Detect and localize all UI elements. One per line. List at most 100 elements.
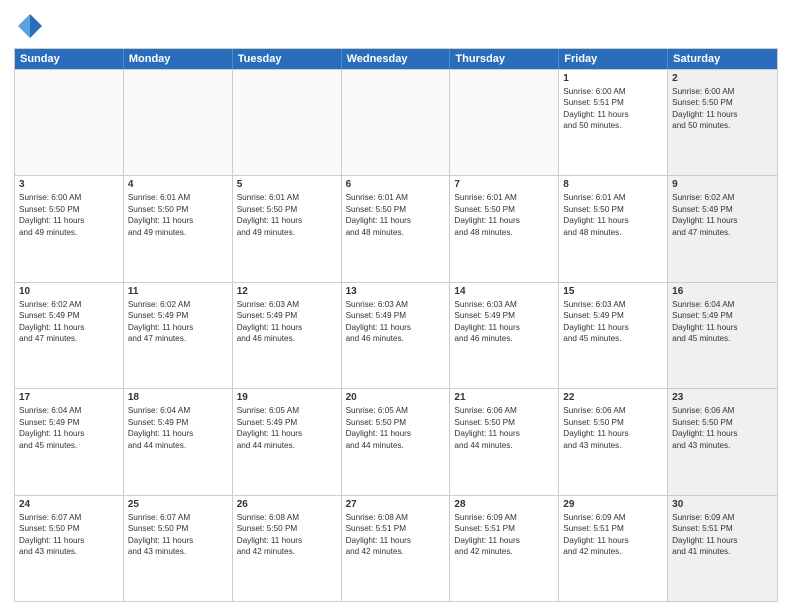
day-number: 17 bbox=[19, 392, 119, 403]
day-info: Sunrise: 6:03 AM Sunset: 5:49 PM Dayligh… bbox=[454, 299, 554, 345]
cal-cell-1-6: 1 Sunrise: 6:00 AM Sunset: 5:51 PM Daylig… bbox=[559, 70, 668, 175]
cal-cell-5-5: 28Sunrise: 6:09 AM Sunset: 5:51 PM Dayli… bbox=[450, 496, 559, 601]
cal-cell-5-3: 26Sunrise: 6:08 AM Sunset: 5:50 PM Dayli… bbox=[233, 496, 342, 601]
day-info: Sunrise: 6:02 AM Sunset: 5:49 PM Dayligh… bbox=[19, 299, 119, 345]
day-number: 13 bbox=[346, 286, 446, 297]
cal-cell-2-6: 8 Sunrise: 6:01 AM Sunset: 5:50 PM Daylig… bbox=[559, 176, 668, 281]
cal-cell-3-1: 10 Sunrise: 6:02 AM Sunset: 5:49 PM Dayli… bbox=[15, 283, 124, 388]
day-number: 14 bbox=[454, 286, 554, 297]
cal-cell-3-7: 16 Sunrise: 6:04 AM Sunset: 5:49 PM Dayli… bbox=[668, 283, 777, 388]
day-info: Sunrise: 6:07 AM Sunset: 5:50 PM Dayligh… bbox=[19, 512, 119, 558]
cal-cell-1-7: 2Sunrise: 6:00 AM Sunset: 5:50 PM Daylig… bbox=[668, 70, 777, 175]
cal-cell-2-4: 6 Sunrise: 6:01 AM Sunset: 5:50 PM Daylig… bbox=[342, 176, 451, 281]
week-row-1: 1 Sunrise: 6:00 AM Sunset: 5:51 PM Daylig… bbox=[15, 69, 777, 175]
day-info: Sunrise: 6:02 AM Sunset: 5:49 PM Dayligh… bbox=[672, 192, 773, 238]
day-number: 1 bbox=[563, 73, 663, 84]
cal-cell-4-6: 22Sunrise: 6:06 AM Sunset: 5:50 PM Dayli… bbox=[559, 389, 668, 494]
day-info: Sunrise: 6:07 AM Sunset: 5:50 PM Dayligh… bbox=[128, 512, 228, 558]
day-info: Sunrise: 6:08 AM Sunset: 5:51 PM Dayligh… bbox=[346, 512, 446, 558]
day-info: Sunrise: 6:06 AM Sunset: 5:50 PM Dayligh… bbox=[454, 405, 554, 451]
cal-cell-5-1: 24 Sunrise: 6:07 AM Sunset: 5:50 PM Dayli… bbox=[15, 496, 124, 601]
cal-cell-1-5 bbox=[450, 70, 559, 175]
day-number: 7 bbox=[454, 179, 554, 190]
day-number: 30 bbox=[672, 499, 773, 510]
day-number: 5 bbox=[237, 179, 337, 190]
day-number: 16 bbox=[672, 286, 773, 297]
cal-cell-3-5: 14 Sunrise: 6:03 AM Sunset: 5:49 PM Dayli… bbox=[450, 283, 559, 388]
day-info: Sunrise: 6:04 AM Sunset: 5:49 PM Dayligh… bbox=[128, 405, 228, 451]
day-info: Sunrise: 6:00 AM Sunset: 5:51 PM Dayligh… bbox=[563, 86, 663, 132]
day-number: 18 bbox=[128, 392, 228, 403]
day-info: Sunrise: 6:09 AM Sunset: 5:51 PM Dayligh… bbox=[454, 512, 554, 558]
logo-icon bbox=[14, 10, 46, 42]
day-info: Sunrise: 6:03 AM Sunset: 5:49 PM Dayligh… bbox=[346, 299, 446, 345]
day-info: Sunrise: 6:01 AM Sunset: 5:50 PM Dayligh… bbox=[237, 192, 337, 238]
day-info: Sunrise: 6:05 AM Sunset: 5:49 PM Dayligh… bbox=[237, 405, 337, 451]
header-cell-friday: Friday bbox=[559, 49, 668, 69]
header-cell-thursday: Thursday bbox=[450, 49, 559, 69]
header bbox=[14, 10, 778, 42]
week-row-2: 3Sunrise: 6:00 AM Sunset: 5:50 PM Daylig… bbox=[15, 175, 777, 281]
day-info: Sunrise: 6:01 AM Sunset: 5:50 PM Dayligh… bbox=[346, 192, 446, 238]
header-cell-sunday: Sunday bbox=[15, 49, 124, 69]
cal-cell-5-6: 29 Sunrise: 6:09 AM Sunset: 5:51 PM Dayli… bbox=[559, 496, 668, 601]
cal-cell-4-2: 18 Sunrise: 6:04 AM Sunset: 5:49 PM Dayli… bbox=[124, 389, 233, 494]
day-info: Sunrise: 6:03 AM Sunset: 5:49 PM Dayligh… bbox=[563, 299, 663, 345]
cal-cell-4-7: 23Sunrise: 6:06 AM Sunset: 5:50 PM Dayli… bbox=[668, 389, 777, 494]
cal-cell-5-2: 25 Sunrise: 6:07 AM Sunset: 5:50 PM Dayli… bbox=[124, 496, 233, 601]
header-cell-wednesday: Wednesday bbox=[342, 49, 451, 69]
day-number: 12 bbox=[237, 286, 337, 297]
day-info: Sunrise: 6:04 AM Sunset: 5:49 PM Dayligh… bbox=[19, 405, 119, 451]
header-cell-saturday: Saturday bbox=[668, 49, 777, 69]
day-info: Sunrise: 6:01 AM Sunset: 5:50 PM Dayligh… bbox=[563, 192, 663, 238]
cal-cell-3-2: 11 Sunrise: 6:02 AM Sunset: 5:49 PM Dayli… bbox=[124, 283, 233, 388]
day-number: 25 bbox=[128, 499, 228, 510]
calendar-header: SundayMondayTuesdayWednesdayThursdayFrid… bbox=[15, 49, 777, 69]
cal-cell-3-6: 15 Sunrise: 6:03 AM Sunset: 5:49 PM Dayli… bbox=[559, 283, 668, 388]
cal-cell-2-7: 9 Sunrise: 6:02 AM Sunset: 5:49 PM Daylig… bbox=[668, 176, 777, 281]
cal-cell-4-4: 20Sunrise: 6:05 AM Sunset: 5:50 PM Dayli… bbox=[342, 389, 451, 494]
cal-cell-3-4: 13 Sunrise: 6:03 AM Sunset: 5:49 PM Dayli… bbox=[342, 283, 451, 388]
cal-cell-2-3: 5 Sunrise: 6:01 AM Sunset: 5:50 PM Daylig… bbox=[233, 176, 342, 281]
day-number: 29 bbox=[563, 499, 663, 510]
day-info: Sunrise: 6:09 AM Sunset: 5:51 PM Dayligh… bbox=[672, 512, 773, 558]
cal-cell-3-3: 12 Sunrise: 6:03 AM Sunset: 5:49 PM Dayli… bbox=[233, 283, 342, 388]
day-info: Sunrise: 6:04 AM Sunset: 5:49 PM Dayligh… bbox=[672, 299, 773, 345]
cal-cell-5-7: 30 Sunrise: 6:09 AM Sunset: 5:51 PM Dayli… bbox=[668, 496, 777, 601]
day-number: 10 bbox=[19, 286, 119, 297]
day-number: 9 bbox=[672, 179, 773, 190]
day-number: 8 bbox=[563, 179, 663, 190]
cal-cell-5-4: 27 Sunrise: 6:08 AM Sunset: 5:51 PM Dayli… bbox=[342, 496, 451, 601]
header-cell-monday: Monday bbox=[124, 49, 233, 69]
day-info: Sunrise: 6:06 AM Sunset: 5:50 PM Dayligh… bbox=[672, 405, 773, 451]
day-info: Sunrise: 6:02 AM Sunset: 5:49 PM Dayligh… bbox=[128, 299, 228, 345]
day-info: Sunrise: 6:01 AM Sunset: 5:50 PM Dayligh… bbox=[128, 192, 228, 238]
cal-cell-2-5: 7 Sunrise: 6:01 AM Sunset: 5:50 PM Daylig… bbox=[450, 176, 559, 281]
day-info: Sunrise: 6:01 AM Sunset: 5:50 PM Dayligh… bbox=[454, 192, 554, 238]
calendar-body: 1 Sunrise: 6:00 AM Sunset: 5:51 PM Daylig… bbox=[15, 69, 777, 601]
day-number: 24 bbox=[19, 499, 119, 510]
day-info: Sunrise: 6:08 AM Sunset: 5:50 PM Dayligh… bbox=[237, 512, 337, 558]
day-info: Sunrise: 6:05 AM Sunset: 5:50 PM Dayligh… bbox=[346, 405, 446, 451]
day-number: 3 bbox=[19, 179, 119, 190]
cal-cell-1-2 bbox=[124, 70, 233, 175]
day-info: Sunrise: 6:09 AM Sunset: 5:51 PM Dayligh… bbox=[563, 512, 663, 558]
cal-cell-2-1: 3Sunrise: 6:00 AM Sunset: 5:50 PM Daylig… bbox=[15, 176, 124, 281]
cal-cell-4-5: 21Sunrise: 6:06 AM Sunset: 5:50 PM Dayli… bbox=[450, 389, 559, 494]
day-number: 4 bbox=[128, 179, 228, 190]
day-number: 22 bbox=[563, 392, 663, 403]
cal-cell-1-1 bbox=[15, 70, 124, 175]
day-number: 11 bbox=[128, 286, 228, 297]
day-number: 15 bbox=[563, 286, 663, 297]
week-row-4: 17 Sunrise: 6:04 AM Sunset: 5:49 PM Dayli… bbox=[15, 388, 777, 494]
header-cell-tuesday: Tuesday bbox=[233, 49, 342, 69]
page: SundayMondayTuesdayWednesdayThursdayFrid… bbox=[0, 0, 792, 612]
day-number: 2 bbox=[672, 73, 773, 84]
cal-cell-4-3: 19 Sunrise: 6:05 AM Sunset: 5:49 PM Dayli… bbox=[233, 389, 342, 494]
logo bbox=[14, 10, 50, 42]
day-number: 27 bbox=[346, 499, 446, 510]
day-info: Sunrise: 6:03 AM Sunset: 5:49 PM Dayligh… bbox=[237, 299, 337, 345]
day-number: 19 bbox=[237, 392, 337, 403]
cal-cell-1-3 bbox=[233, 70, 342, 175]
day-number: 6 bbox=[346, 179, 446, 190]
